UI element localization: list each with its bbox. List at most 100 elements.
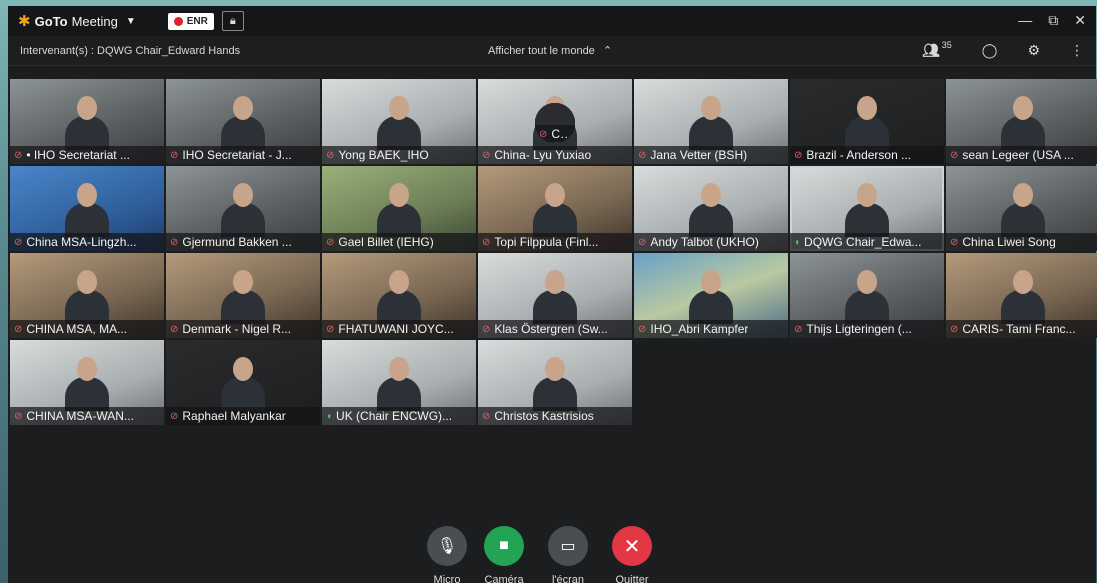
meeting-info-bar: Intervenant(s) : DQWG Chair_Edward Hands… bbox=[8, 36, 1096, 66]
participant-video-feed bbox=[377, 270, 421, 324]
mic-muted-icon: ⊘ bbox=[794, 323, 803, 335]
lock-meeting-button[interactable]: 🔒︎ bbox=[221, 11, 244, 31]
participant-video-feed bbox=[221, 270, 265, 324]
participant-name-bar: ⊘ CHINA MSA, MA... bbox=[10, 320, 164, 338]
participant-name: Topi Filppula (Finl... bbox=[494, 235, 599, 249]
close-icon: ✕ bbox=[623, 535, 641, 558]
participant-tile[interactable]: ⊘ FHATUWANI JOYC... bbox=[322, 253, 476, 338]
mic-muted-icon: ⊘ bbox=[326, 323, 335, 335]
participant-tile[interactable]: ⊘ IHO Secretariat - J... bbox=[166, 79, 320, 164]
participant-tile[interactable]: ⊘ Topi Filppula (Finl... bbox=[478, 166, 632, 251]
participant-video-feed bbox=[1001, 270, 1045, 324]
participant-name-bar: ⊘ IHO Secretariat - J... bbox=[166, 146, 320, 164]
participant-tile[interactable]: ⊘ China Liwei Song bbox=[946, 166, 1097, 251]
participant-tile[interactable]: ⊘ Denmark - Nigel R... bbox=[166, 253, 320, 338]
quit-button[interactable]: ✕ bbox=[612, 526, 652, 566]
participant-name-bar: ◖ DQWG Chair_Edwa... bbox=[790, 233, 944, 251]
participant-tile[interactable]: ◖ DQWG Chair_Edwa... bbox=[790, 166, 944, 251]
participant-name-bar: ◖ UK (Chair ENCWG)... bbox=[322, 407, 476, 425]
right-toolbar: 👥︎ 35 ◯ ⚙ ⋮ bbox=[922, 40, 1084, 59]
participant-tile[interactable]: ◖ UK (Chair ENCWG)... bbox=[322, 340, 476, 425]
participant-tile[interactable]: ⊘ Thijs Ligteringen (... bbox=[790, 253, 944, 338]
participant-name: CHINA MSA-WAN... bbox=[26, 409, 134, 423]
participant-tile[interactable]: ⊘ CARIS- Tami Franc... bbox=[946, 253, 1097, 338]
mic-button[interactable]: 🎙︎ bbox=[427, 526, 467, 566]
gear-icon[interactable]: ⚙ bbox=[1027, 42, 1040, 59]
participant-tile[interactable]: ⊘ Christos Kastrisios bbox=[478, 340, 632, 425]
participant-tile[interactable]: ⊘ sean Legeer (USA ... bbox=[946, 79, 1097, 164]
mic-muted-icon: ⊘ bbox=[482, 410, 491, 422]
mic-muted-icon: ⊘ bbox=[638, 323, 647, 335]
close-window-button[interactable]: ✕ bbox=[1074, 12, 1086, 29]
participant-name-bar: ⊘ Jana Vetter (BSH) bbox=[634, 146, 788, 164]
participant-name: sean Legeer (USA ... bbox=[962, 148, 1074, 162]
restore-button[interactable]: ⧉ bbox=[1048, 12, 1058, 29]
participant-tile[interactable]: ⊘ Gjermund Bakken ... bbox=[166, 166, 320, 251]
mic-muted-icon: ⊘ bbox=[638, 149, 647, 161]
screen-share-button[interactable]: ▭ bbox=[548, 526, 588, 566]
participant-tile[interactable]: ⊘ China MSA-Lingzh... bbox=[10, 166, 164, 251]
participant-name-bar: ⊘ Brazil - Anderson ... bbox=[790, 146, 944, 164]
participant-video-feed bbox=[1001, 96, 1045, 150]
participant-name: China Liwei Song bbox=[962, 235, 1056, 249]
participant-video-feed bbox=[221, 96, 265, 150]
participant-grid: ⊘ • IHO Secretariat ... ⊘ IHO Secretariat -… bbox=[10, 79, 1097, 425]
participant-name: Brazil - Anderson ... bbox=[806, 148, 912, 162]
participant-tile[interactable]: CSJ⊘China Shujuan JIA bbox=[535, 103, 575, 143]
participant-tile[interactable]: ⊘ IHO_Abri Kampfer bbox=[634, 253, 788, 338]
participant-name-bar: ⊘ Raphael Malyankar bbox=[166, 407, 320, 425]
participant-name-bar: ⊘ CARIS- Tami Franc... bbox=[946, 320, 1097, 338]
participant-video-feed bbox=[65, 96, 109, 150]
participant-name: China- Lyu Yuxiao bbox=[494, 148, 592, 162]
record-label: ENR bbox=[186, 15, 208, 27]
participant-name-bar: ⊘ Yong BAEK_IHO bbox=[322, 146, 476, 164]
participant-video-feed bbox=[689, 270, 733, 324]
participant-tile[interactable]: ⊘ • IHO Secretariat ... bbox=[10, 79, 164, 164]
mic-muted-icon: ⊘ bbox=[14, 323, 23, 335]
participant-name: Yong BAEK_IHO bbox=[338, 148, 429, 162]
mic-muted-icon: ⊘ bbox=[14, 236, 23, 248]
participant-video-feed bbox=[689, 183, 733, 237]
attendees-button[interactable]: 👥︎ 35 bbox=[922, 40, 952, 59]
title-bar: ✱ GoTo Meeting ▼ ENR 🔒︎ — ⧉ ✕ bbox=[8, 6, 1096, 36]
more-menu-icon[interactable]: ⋮ bbox=[1070, 42, 1084, 59]
mic-muted-icon: ⊘ bbox=[326, 149, 335, 161]
mic-label: Micro bbox=[433, 574, 461, 583]
participant-tile[interactable]: ⊘ Jana Vetter (BSH) bbox=[634, 79, 788, 164]
participant-video-feed bbox=[845, 96, 889, 150]
chat-icon[interactable]: ◯ bbox=[982, 42, 998, 59]
view-mode-select[interactable]: Afficher tout le monde ⌃ bbox=[488, 44, 612, 58]
participant-name-bar: ⊘China Shujuan JIA bbox=[535, 125, 575, 143]
meeting-window: ✱ GoTo Meeting ▼ ENR 🔒︎ — ⧉ ✕ Intervenant… bbox=[8, 6, 1097, 583]
participant-video-feed bbox=[689, 96, 733, 150]
participant-name-bar: ⊘ Gael Billet (IEHG) bbox=[322, 233, 476, 251]
participant-tile[interactable]: ⊘ Yong BAEK_IHO bbox=[322, 79, 476, 164]
participant-tile[interactable]: ⊘ Gael Billet (IEHG) bbox=[322, 166, 476, 251]
participant-tile[interactable]: ⊘ Klas Östergren (Sw... bbox=[478, 253, 632, 338]
record-button[interactable]: ENR bbox=[167, 12, 214, 30]
participant-name-bar: ⊘ Klas Östergren (Sw... bbox=[478, 320, 632, 338]
app-menu[interactable]: ✱ GoTo Meeting ▼ bbox=[18, 12, 136, 30]
participant-name: IHO Secretariat - J... bbox=[182, 148, 292, 162]
participant-name: Gael Billet (IEHG) bbox=[338, 235, 434, 249]
mic-muted-icon: ⊘ bbox=[794, 149, 803, 161]
participant-tile[interactable]: ⊘ CHINA MSA-WAN... bbox=[10, 340, 164, 425]
participant-tile[interactable]: ⊘ Andy Talbot (UKHO) bbox=[634, 166, 788, 251]
participant-tile[interactable]: ⊘ CHINA MSA, MA... bbox=[10, 253, 164, 338]
participant-name: IHO_Abri Kampfer bbox=[650, 322, 749, 336]
participant-tile[interactable]: ⊘ Brazil - Anderson ... bbox=[790, 79, 944, 164]
minimize-button[interactable]: — bbox=[1018, 12, 1032, 29]
participant-name: Gjermund Bakken ... bbox=[182, 235, 292, 249]
participant-name: Jana Vetter (BSH) bbox=[650, 148, 748, 162]
camera-button[interactable]: ■ bbox=[484, 526, 524, 566]
participant-name: CHINA MSA, MA... bbox=[26, 322, 128, 336]
participant-name: China Shujuan JIA bbox=[551, 127, 571, 141]
participant-name: UK (Chair ENCWG)... bbox=[336, 409, 453, 423]
mic-muted-icon: ⊘ bbox=[539, 128, 548, 140]
mic-muted-icon: ⊘ bbox=[482, 236, 491, 248]
participant-video-feed bbox=[377, 183, 421, 237]
mic-muted-icon: ⊘ bbox=[170, 236, 179, 248]
participant-name-bar: ⊘ FHATUWANI JOYC... bbox=[322, 320, 476, 338]
participant-tile[interactable]: ⊘ Raphael Malyankar bbox=[166, 340, 320, 425]
attendee-count: 35 bbox=[941, 40, 952, 50]
